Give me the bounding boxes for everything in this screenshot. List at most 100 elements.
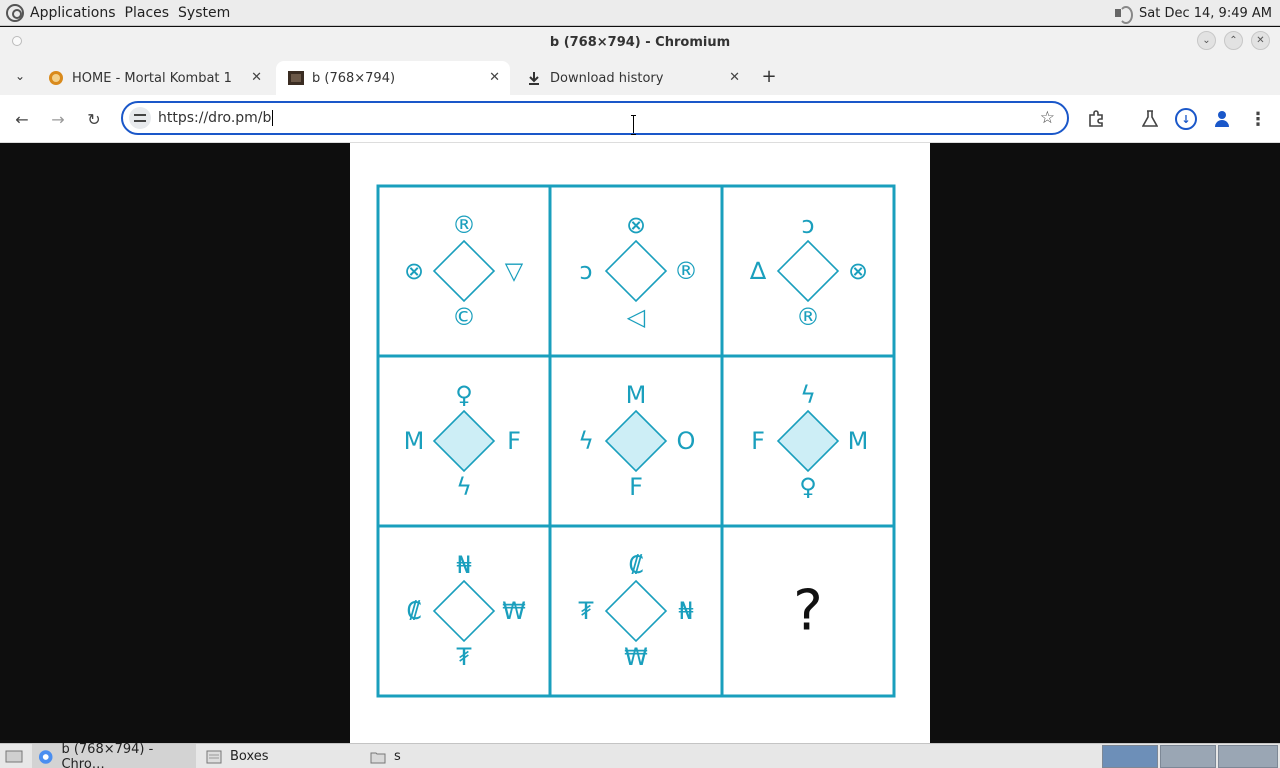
cell-symbol-left: ⊗ xyxy=(404,257,424,285)
chromium-icon xyxy=(38,749,53,764)
cell-symbol-top: ₡ xyxy=(628,551,643,579)
minimize-button[interactable]: ⌄ xyxy=(1197,31,1216,50)
downloads-progress-icon[interactable]: ↓ xyxy=(1175,108,1197,130)
close-tab-icon[interactable]: ✕ xyxy=(489,70,500,85)
cell-symbol-top: ↄ xyxy=(801,211,814,239)
address-bar[interactable]: https://dro.pm/b ☆ xyxy=(121,101,1069,135)
tab-label: Download history xyxy=(550,70,664,86)
cell-symbol-bottom: ϟ xyxy=(456,473,472,501)
text-cursor-icon xyxy=(631,115,636,135)
cell-symbol-left: M xyxy=(404,427,425,455)
cell-symbol-bottom: ® xyxy=(796,303,820,331)
applications-menu[interactable]: Applications xyxy=(30,5,116,21)
cell-symbol-top: ⊗ xyxy=(626,211,646,239)
browser-toolbar: ← → ↻ https://dro.pm/b ☆ ↓ ⋮ xyxy=(0,95,1280,143)
cell-symbol-left: ↄ xyxy=(579,257,592,285)
reload-icon[interactable]: ↻ xyxy=(82,107,106,131)
cell-symbol-left: F xyxy=(751,427,765,455)
cell-symbol-right: ▽ xyxy=(505,257,524,285)
taskbar-item-label: Boxes xyxy=(230,749,269,764)
desktop-icon xyxy=(5,750,23,762)
new-tab-plus-icon[interactable]: + xyxy=(758,65,780,87)
taskbar-item-label: b (768×794) - Chro… xyxy=(61,741,154,768)
cell-symbol-top: ® xyxy=(452,211,476,239)
extensions-puzzle-icon[interactable] xyxy=(1084,107,1108,131)
close-tab-icon[interactable]: ✕ xyxy=(729,70,740,85)
window-menu-icon[interactable] xyxy=(12,36,22,46)
cell-symbol-right: ₩ xyxy=(502,597,526,625)
cell-symbol-top: ♀ xyxy=(455,381,473,409)
tab-download-history[interactable]: Download history ✕ xyxy=(514,61,750,95)
cell-symbol-right: O xyxy=(677,427,696,455)
diamond-shape xyxy=(432,409,496,473)
workspace-2[interactable] xyxy=(1160,745,1216,768)
cell-symbol-left: ₮ xyxy=(578,597,594,625)
labs-flask-icon[interactable] xyxy=(1138,107,1162,131)
page-viewport: ® © ⊗ ▽ ⊗ ◁ ↄ ® ↄ ® ∆ ⊗ ♀ ϟ M F M Fϟ Oϟ ♀ F M ₦ ₮ ₡ ₩ ₡ ₩ ₮ ₦? xyxy=(0,143,1280,743)
taskbar-item-boxes[interactable]: Boxes xyxy=(200,744,360,768)
distro-logo-icon[interactable] xyxy=(6,3,24,22)
tab-image-b[interactable]: b (768×794) ✕ xyxy=(276,61,510,95)
cell-symbol-bottom: F xyxy=(629,473,643,501)
tab-label: b (768×794) xyxy=(312,70,396,86)
diamond-shape xyxy=(604,579,668,643)
diamond-shape xyxy=(432,579,496,643)
bookmark-star-icon[interactable]: ☆ xyxy=(1040,108,1055,128)
maximize-button[interactable]: ⌃ xyxy=(1224,31,1243,50)
question-mark: ? xyxy=(793,579,823,644)
system-top-panel: Applications Places System Sat Dec 14, 9… xyxy=(0,0,1280,26)
cell-symbol-left: ϟ xyxy=(578,427,594,455)
folder-icon xyxy=(370,752,386,763)
mortal-kombat-favicon-icon xyxy=(49,71,63,85)
workspace-1[interactable] xyxy=(1102,745,1158,768)
back-arrow-icon[interactable]: ← xyxy=(10,107,34,131)
cell-symbol-bottom: ◁ xyxy=(627,303,646,331)
tab-strip: ⌄ HOME - Mortal Kombat 1 ✕ b (768×794) ✕… xyxy=(0,57,1280,95)
close-tab-icon[interactable]: ✕ xyxy=(251,70,262,85)
workspace-3[interactable] xyxy=(1218,745,1278,768)
url-text[interactable]: https://dro.pm/b xyxy=(158,110,274,126)
window-title: b (768×794) - Chromium xyxy=(549,34,731,50)
cell-symbol-top: M xyxy=(626,381,647,409)
tab-mortal-kombat[interactable]: HOME - Mortal Kombat 1 ✕ xyxy=(36,61,272,95)
cell-symbol-bottom: ♀ xyxy=(799,473,817,501)
bottom-taskbar: b (768×794) - Chro… Boxes s xyxy=(0,741,1280,768)
cell-symbol-right: M xyxy=(848,427,869,455)
cell-symbol-right: F xyxy=(507,427,521,455)
boxes-icon xyxy=(206,750,222,763)
cell-symbol-top: ϟ xyxy=(800,381,816,409)
window-titlebar: b (768×794) - Chromium ⌄ ⌃ ✕ xyxy=(0,27,1280,57)
cell-symbol-right: ⊗ xyxy=(848,257,868,285)
diamond-shape xyxy=(432,239,496,303)
diamond-shape xyxy=(776,239,840,303)
cell-symbol-top: ₦ xyxy=(456,551,471,579)
cell-symbol-left: ∆ xyxy=(749,257,767,285)
cell-symbol-bottom: ₩ xyxy=(624,643,648,671)
tab-search-chevron-down-icon[interactable]: ⌄ xyxy=(8,65,32,87)
image-favicon-icon xyxy=(288,71,304,85)
taskbar-item-label: s xyxy=(394,749,401,764)
places-menu[interactable]: Places xyxy=(125,5,170,21)
site-settings-icon[interactable] xyxy=(129,107,151,129)
cell-symbol-bottom: © xyxy=(452,303,476,331)
close-window-button[interactable]: ✕ xyxy=(1251,31,1270,50)
volume-icon[interactable] xyxy=(1113,5,1134,24)
system-menu[interactable]: System xyxy=(178,5,230,21)
diamond-shape xyxy=(604,409,668,473)
puzzle-image: ® © ⊗ ▽ ⊗ ◁ ↄ ® ↄ ® ∆ ⊗ ♀ ϟ M F M Fϟ Oϟ ♀ F M ₦ ₮ ₡ ₩ ₡ ₩ ₮ ₦? xyxy=(350,143,930,743)
show-desktop-button[interactable] xyxy=(2,744,26,768)
forward-arrow-icon[interactable]: → xyxy=(46,107,70,131)
kebab-menu-icon[interactable]: ⋮ xyxy=(1246,107,1270,131)
clock[interactable]: Sat Dec 14, 9:49 AM xyxy=(1139,6,1272,21)
cell-symbol-left: ₡ xyxy=(406,597,421,625)
cell-symbol-right: ® xyxy=(674,257,698,285)
cell-symbol-bottom: ₮ xyxy=(456,643,472,671)
taskbar-item-folder[interactable]: s xyxy=(364,744,524,768)
puzzle-grid: ® © ⊗ ▽ ⊗ ◁ ↄ ® ↄ ® ∆ ⊗ ♀ ϟ M F M Fϟ Oϟ ♀ F M ₦ ₮ ₡ ₩ ₡ ₩ ₮ ₦? xyxy=(376,184,896,698)
taskbar-item-chromium[interactable]: b (768×794) - Chro… xyxy=(32,741,196,768)
cell-symbol-right: ₦ xyxy=(678,597,693,625)
diamond-shape xyxy=(604,239,668,303)
tab-label: HOME - Mortal Kombat 1 xyxy=(72,70,232,86)
profile-avatar-icon[interactable] xyxy=(1214,111,1230,127)
diamond-shape xyxy=(776,409,840,473)
